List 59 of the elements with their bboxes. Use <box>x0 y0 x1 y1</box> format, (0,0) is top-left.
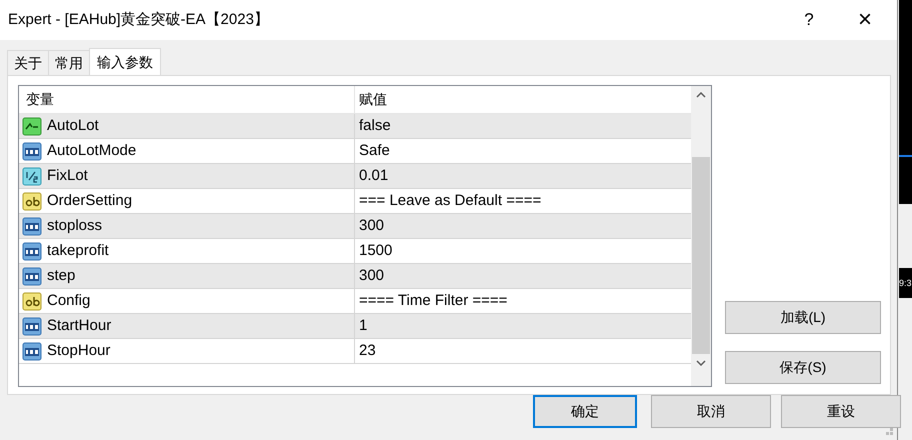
parameter-value: 300 <box>359 216 384 236</box>
parameter-name: OrderSetting <box>47 190 132 211</box>
parameter-name: StopHour <box>47 340 110 361</box>
window-title: Expert - [EAHub]黄金突破-EA【2023】 <box>8 10 270 30</box>
chart-time-label: 9:3 <box>899 268 912 298</box>
text-type-icon <box>22 292 42 310</box>
ok-button[interactable]: 确定 <box>533 395 637 428</box>
parameter-name: stoploss <box>47 216 102 236</box>
scrollbar[interactable] <box>691 86 711 386</box>
table-row[interactable]: Config ==== Time Filter ==== <box>19 289 691 314</box>
scroll-down-icon[interactable] <box>696 360 706 366</box>
scroll-up-icon[interactable] <box>696 92 706 98</box>
integer-type-icon <box>22 266 42 286</box>
parameter-name: AutoLotMode <box>47 140 136 161</box>
price-line-icon <box>899 154 912 158</box>
integer-type-icon <box>22 142 42 160</box>
parameter-value: 1500 <box>359 240 392 261</box>
resize-grip-icon[interactable] <box>886 428 894 436</box>
column-header[interactable]: 赋值 <box>355 86 691 113</box>
parameter-name: StartHour <box>47 316 112 336</box>
cancel-button[interactable]: 取消 <box>651 395 771 428</box>
parameter-value: false <box>359 116 391 136</box>
table-row[interactable]: takeprofit 1500 <box>19 239 691 264</box>
integer-type-icon <box>22 242 42 260</box>
parameter-name: step <box>47 266 76 286</box>
toggle-type-icon <box>22 116 42 136</box>
save-button[interactable]: 保存(S) <box>725 351 881 384</box>
parameter-value: Safe <box>359 140 390 161</box>
fraction-type-icon <box>22 166 42 186</box>
table-row[interactable]: stoploss 300 <box>19 214 691 239</box>
parameter-name: takeprofit <box>47 240 109 261</box>
close-button[interactable]: × <box>837 0 893 40</box>
table-row[interactable]: StopHour 23 <box>19 339 691 364</box>
integer-type-icon <box>22 316 42 336</box>
table-row[interactable]: step 300 <box>19 264 691 289</box>
parameter-value: 1 <box>359 316 368 336</box>
integer-type-icon <box>22 216 42 236</box>
table-row[interactable]: FixLot 0.01 <box>19 164 691 189</box>
parameter-name: AutoLot <box>47 116 99 136</box>
parameter-name: FixLot <box>47 166 88 186</box>
table-row[interactable]: AutoLot false <box>19 114 691 139</box>
tab[interactable]: 关于 <box>7 50 49 75</box>
parameter-value: 300 <box>359 266 384 286</box>
text-type-icon <box>22 192 42 210</box>
integer-type-icon <box>22 342 42 360</box>
parameter-value: 23 <box>359 340 376 361</box>
table-row[interactable]: AutoLotMode Safe <box>19 139 691 164</box>
help-button[interactable]: ? <box>781 0 837 40</box>
table-row[interactable]: OrderSetting === Leave as Default ==== <box>19 189 691 214</box>
reset-button[interactable]: 重设 <box>781 395 901 428</box>
load-button[interactable]: 加载(L) <box>725 301 881 334</box>
scroll-thumb[interactable] <box>692 157 710 354</box>
table-row[interactable]: StartHour 1 <box>19 314 691 339</box>
parameter-name: Config <box>47 290 90 311</box>
parameter-value: ==== Time Filter ==== <box>359 290 508 311</box>
parameter-value: 0.01 <box>359 166 388 186</box>
tab[interactable]: 输入参数 <box>89 48 161 76</box>
column-header[interactable]: 变量 <box>19 86 355 113</box>
parameter-value: === Leave as Default ==== <box>359 190 542 211</box>
